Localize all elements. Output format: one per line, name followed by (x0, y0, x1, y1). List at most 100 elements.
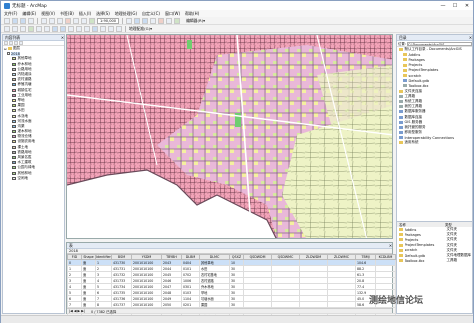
pan-icon[interactable] (20, 25, 26, 32)
catalog-tree-item[interactable]: 适用系统 (397, 140, 472, 145)
back-extent-icon[interactable] (52, 25, 58, 32)
close-icon[interactable]: ✕ (469, 35, 472, 40)
toc-title: 内容列表 (5, 34, 21, 40)
identify-icon[interactable] (92, 25, 98, 32)
list-by-visibility-icon[interactable] (14, 41, 18, 45)
toolbar-divider (122, 17, 124, 24)
editor-menu[interactable]: 编辑器(R)▾ (186, 18, 205, 24)
contents-name: scratch (404, 248, 418, 253)
contents-row[interactable]: Toolbox.tbx 工具箱 (397, 258, 472, 263)
menu-customize[interactable]: 自定义(C) (142, 11, 160, 17)
save-icon[interactable] (20, 17, 26, 24)
layer-visibility-checkbox[interactable] (7, 52, 10, 56)
fixed-zoom-out-icon[interactable] (44, 25, 50, 32)
list-by-selection-icon[interactable] (19, 41, 23, 45)
folder-icon (399, 228, 403, 232)
clear-selection-icon[interactable] (76, 25, 82, 32)
zoom-out-icon[interactable] (12, 25, 18, 32)
georeferencing-menu[interactable]: 地理配准(G)▾ (129, 26, 152, 32)
map-canvas[interactable] (67, 35, 393, 239)
new-document-icon[interactable] (4, 17, 10, 24)
catalog-item-label: Packages (408, 57, 425, 62)
close-icon[interactable]: ✕ (61, 35, 64, 40)
toc-panel: 内容列表 ✕ ⊟ 图层 2018 其他草地 乔木林地 公路用地 内陆滩涂 农村道路 养殖坑… (2, 34, 65, 314)
maximize-button[interactable]: ☐ (449, 1, 461, 10)
record-navigator[interactable]: |◀ ◀ ▶ ▶| (69, 309, 85, 313)
redo-icon[interactable] (81, 17, 87, 24)
arcmap-window: 无标题 - ArcMap — ☐ ✕ 文件(F) 编辑(E) 视图(V) 书签(… (0, 0, 474, 323)
close-button[interactable]: ✕ (461, 1, 473, 10)
catalog-item-label: Interoperability Connections (404, 135, 455, 140)
paste-icon[interactable] (57, 17, 63, 24)
table-footer: |◀ ◀ ▶ ▶| 0 / 7382 已选择 (67, 308, 392, 314)
forward-extent-icon[interactable] (60, 25, 66, 32)
menu-geoprocessing[interactable]: 地理处理(G) (115, 11, 137, 17)
arctoolbox-icon[interactable] (158, 17, 165, 24)
menu-view[interactable]: 视图(V) (41, 11, 55, 17)
find-icon[interactable] (100, 25, 106, 32)
contents-row[interactable]: Default.gdb 文件地理数据库 (397, 253, 472, 258)
catalog-item-label: Projects (408, 63, 423, 68)
undo-icon[interactable] (73, 17, 79, 24)
toc-legend-item[interactable]: 空闲地 (3, 176, 64, 181)
menu-selection[interactable]: 选择(S) (96, 11, 110, 17)
hyperlink-icon[interactable] (116, 25, 122, 32)
add-data-icon[interactable] (89, 17, 95, 24)
close-icon[interactable]: ✕ (389, 243, 392, 248)
open-icon[interactable] (12, 17, 18, 24)
location-input[interactable]: C:\Documents\ArcGIS (406, 41, 472, 46)
toolbox-icon (399, 94, 403, 98)
map-view[interactable] (66, 34, 393, 239)
menu-file[interactable]: 文件(F) (4, 11, 17, 17)
database-icon (399, 120, 403, 124)
list-by-drawing-order-icon[interactable] (4, 41, 8, 45)
select-features-icon[interactable] (68, 25, 74, 32)
editor-toolbar-icon[interactable] (126, 17, 133, 24)
modelbuilder-icon[interactable] (174, 17, 181, 24)
menu-windows[interactable]: 窗口(W) (165, 11, 180, 17)
contents-list: AddIns 文件夹 Packages 文件夹 Projects 文件夹 ProjectTe… (397, 227, 472, 263)
python-icon[interactable] (166, 17, 173, 24)
collapse-icon[interactable]: ⊟ (4, 47, 7, 51)
catalog-item-label: scratch (408, 73, 422, 78)
measure-icon[interactable] (108, 25, 114, 32)
layers-icon (7, 47, 12, 51)
list-by-source-icon[interactable] (9, 41, 13, 45)
full-extent-icon[interactable] (28, 25, 34, 32)
menu-insert[interactable]: 插入(I) (79, 11, 91, 17)
cut-icon[interactable] (41, 17, 47, 24)
folder-icon (399, 254, 403, 258)
legend-swatch-icon (12, 166, 16, 170)
menu-bookmarks[interactable]: 书签(B) (60, 11, 74, 17)
legend-swatch-icon (12, 156, 16, 160)
print-icon[interactable] (28, 17, 34, 24)
contents-name-column[interactable]: 名称 (397, 222, 445, 227)
catalog-window-icon[interactable] (142, 17, 149, 24)
column-header[interactable]: Shape (81, 254, 96, 260)
menu-edit[interactable]: 编辑(E) (22, 11, 36, 17)
attribute-table-window: 表 ✕ 2018 FID Shape Identifier BSM YSDM TBYBH D… (66, 242, 396, 320)
watermark-text: 测绘地信论坛 (369, 296, 424, 306)
database-icon (399, 125, 403, 129)
copy-icon[interactable] (49, 17, 55, 24)
column-header[interactable]: Identifier (95, 254, 112, 260)
legend-swatch-icon (12, 104, 16, 108)
legend-swatch-icon (12, 62, 16, 66)
search-window-icon[interactable] (150, 17, 157, 24)
catalog-tree-item[interactable]: 默认工作目录 - Documents\ArcGIS (397, 47, 472, 52)
folder-icon (403, 58, 407, 62)
map-scale-combo[interactable]: 1:90,000 (97, 17, 120, 24)
folder-icon (399, 259, 403, 263)
toolbar-divider (125, 25, 126, 32)
menu-bar: 文件(F) 编辑(E) 视图(V) 书签(B) 插入(I) 选择(S) 地理处理… (1, 10, 473, 17)
select-elements-icon[interactable] (84, 25, 90, 32)
fixed-zoom-in-icon[interactable] (36, 25, 42, 32)
legend-swatch-icon (12, 67, 16, 71)
menu-help[interactable]: 帮助(H) (185, 11, 199, 17)
toc-window-icon[interactable] (134, 17, 141, 24)
minimize-button[interactable]: — (437, 1, 449, 10)
zoom-in-icon[interactable] (4, 25, 10, 32)
contents-name: Default.gdb (404, 253, 426, 258)
table-title: 表 (69, 242, 73, 248)
delete-icon[interactable] (65, 17, 71, 24)
